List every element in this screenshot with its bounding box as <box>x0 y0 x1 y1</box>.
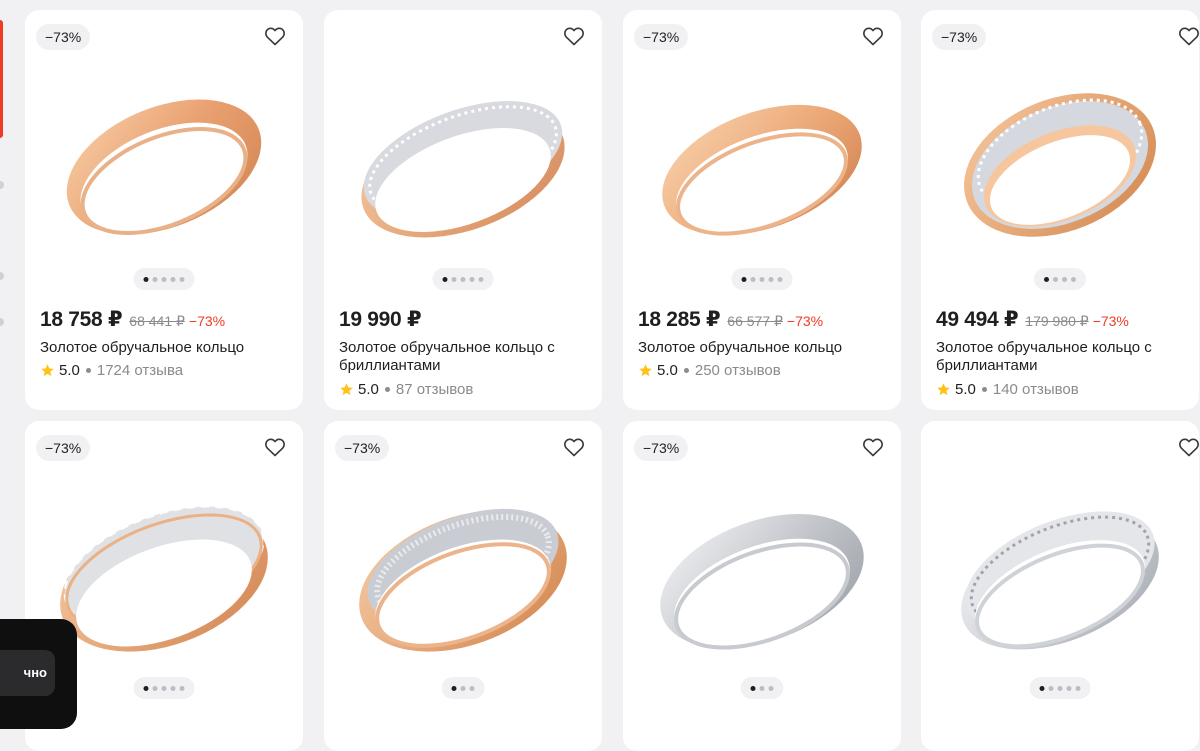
product-image[interactable] <box>638 60 886 260</box>
price: 18 758 ₽ <box>40 308 123 331</box>
old-price: 66 577 ₽ <box>727 313 783 329</box>
image-pagination[interactable] <box>441 677 485 699</box>
heart-icon <box>562 435 586 459</box>
review-count[interactable]: 87 отзывов <box>396 381 474 398</box>
image-pagination[interactable] <box>133 268 195 290</box>
old-price: 179 980 ₽ <box>1025 313 1089 329</box>
separator-dot <box>384 387 390 392</box>
product-image[interactable] <box>936 471 1184 671</box>
discount-badge: −73% <box>634 24 689 50</box>
product-image[interactable] <box>40 471 288 671</box>
image-pagination[interactable] <box>1034 268 1086 290</box>
heart-icon <box>263 435 287 459</box>
product-card[interactable]: −73% <box>324 421 602 751</box>
rating: 5.0 140 отзывов <box>936 381 1079 398</box>
discount-badge: −73% <box>634 435 689 461</box>
price: 18 285 ₽ <box>638 308 721 331</box>
image-pagination[interactable] <box>1029 677 1091 699</box>
heart-icon <box>861 24 885 48</box>
star-icon <box>937 383 950 396</box>
product-card[interactable]: −73% 49 494 ₽ 179 980 ₽ −73% Золотое обр… <box>921 10 1199 410</box>
image-pagination[interactable] <box>731 268 793 290</box>
product-card[interactable]: −73% <box>623 421 901 751</box>
favorite-button[interactable] <box>562 24 586 48</box>
discount-percent: −73% <box>188 313 226 329</box>
discount-badge: −73% <box>36 24 91 50</box>
price: 49 494 ₽ <box>936 308 1019 331</box>
favorite-button[interactable] <box>263 24 287 48</box>
product-image[interactable] <box>638 471 886 671</box>
product-card[interactable] <box>921 421 1199 751</box>
rating-score: 5.0 <box>358 381 379 398</box>
cookie-accept-button[interactable]: чно <box>0 650 55 696</box>
review-count[interactable]: 250 отзывов <box>695 362 781 379</box>
product-title[interactable]: Золотое обручальное кольцо с бриллиантам… <box>339 339 584 375</box>
favorite-button[interactable] <box>861 24 885 48</box>
separator-dot <box>981 387 987 392</box>
product-title[interactable]: Золотое обручальное кольцо с бриллиантам… <box>936 339 1181 375</box>
discount-percent: −73% <box>1092 313 1129 329</box>
star-icon <box>639 364 652 377</box>
image-pagination[interactable] <box>432 268 494 290</box>
star-icon <box>340 383 353 396</box>
product-card[interactable]: −73% 18 285 ₽ 66 577 ₽ −73% Золотое обру… <box>623 10 901 410</box>
product-title[interactable]: Золотое обручальное кольцо <box>638 339 883 357</box>
favorite-button[interactable] <box>263 435 287 459</box>
review-count[interactable]: 140 отзывов <box>993 381 1079 398</box>
discount-badge: −73% <box>335 435 390 461</box>
star-icon <box>41 364 54 377</box>
review-count[interactable]: 1724 отзыва <box>97 362 183 379</box>
discount-badge: −73% <box>36 435 91 461</box>
product-title[interactable]: Золотое обручальное кольцо <box>40 339 285 357</box>
favorite-button[interactable] <box>1177 435 1199 459</box>
heart-icon <box>562 24 586 48</box>
rating-score: 5.0 <box>657 362 678 379</box>
image-pagination[interactable] <box>133 677 195 699</box>
heart-icon <box>1177 24 1199 48</box>
product-card[interactable]: 19 990 ₽ Золотое обручальное кольцо с бр… <box>324 10 602 410</box>
rating: 5.0 1724 отзыва <box>40 362 183 379</box>
product-image[interactable] <box>936 60 1184 260</box>
favorite-button[interactable] <box>861 435 885 459</box>
separator-dot <box>85 368 91 373</box>
product-image[interactable] <box>339 471 587 671</box>
product-image[interactable] <box>40 60 288 260</box>
favorite-button[interactable] <box>562 435 586 459</box>
price: 19 990 ₽ <box>339 308 422 331</box>
rating-score: 5.0 <box>955 381 976 398</box>
product-card[interactable]: −73% 18 758 ₽ 68 441 ₽ −73% Золотое обру… <box>25 10 303 410</box>
separator-dot <box>683 368 689 373</box>
discount-badge: −73% <box>932 24 987 50</box>
product-image[interactable] <box>339 60 587 260</box>
product-grid: −73% 18 758 ₽ 68 441 ₽ −73% Золотое обру… <box>0 0 1200 751</box>
old-price: 68 441 ₽ <box>129 313 185 329</box>
rating: 5.0 250 отзывов <box>638 362 781 379</box>
heart-icon <box>1177 435 1199 459</box>
heart-icon <box>861 435 885 459</box>
image-pagination[interactable] <box>740 677 784 699</box>
discount-percent: −73% <box>786 313 824 329</box>
rating: 5.0 87 отзывов <box>339 381 473 398</box>
heart-icon <box>263 24 287 48</box>
rating-score: 5.0 <box>59 362 80 379</box>
favorite-button[interactable] <box>1177 24 1199 48</box>
